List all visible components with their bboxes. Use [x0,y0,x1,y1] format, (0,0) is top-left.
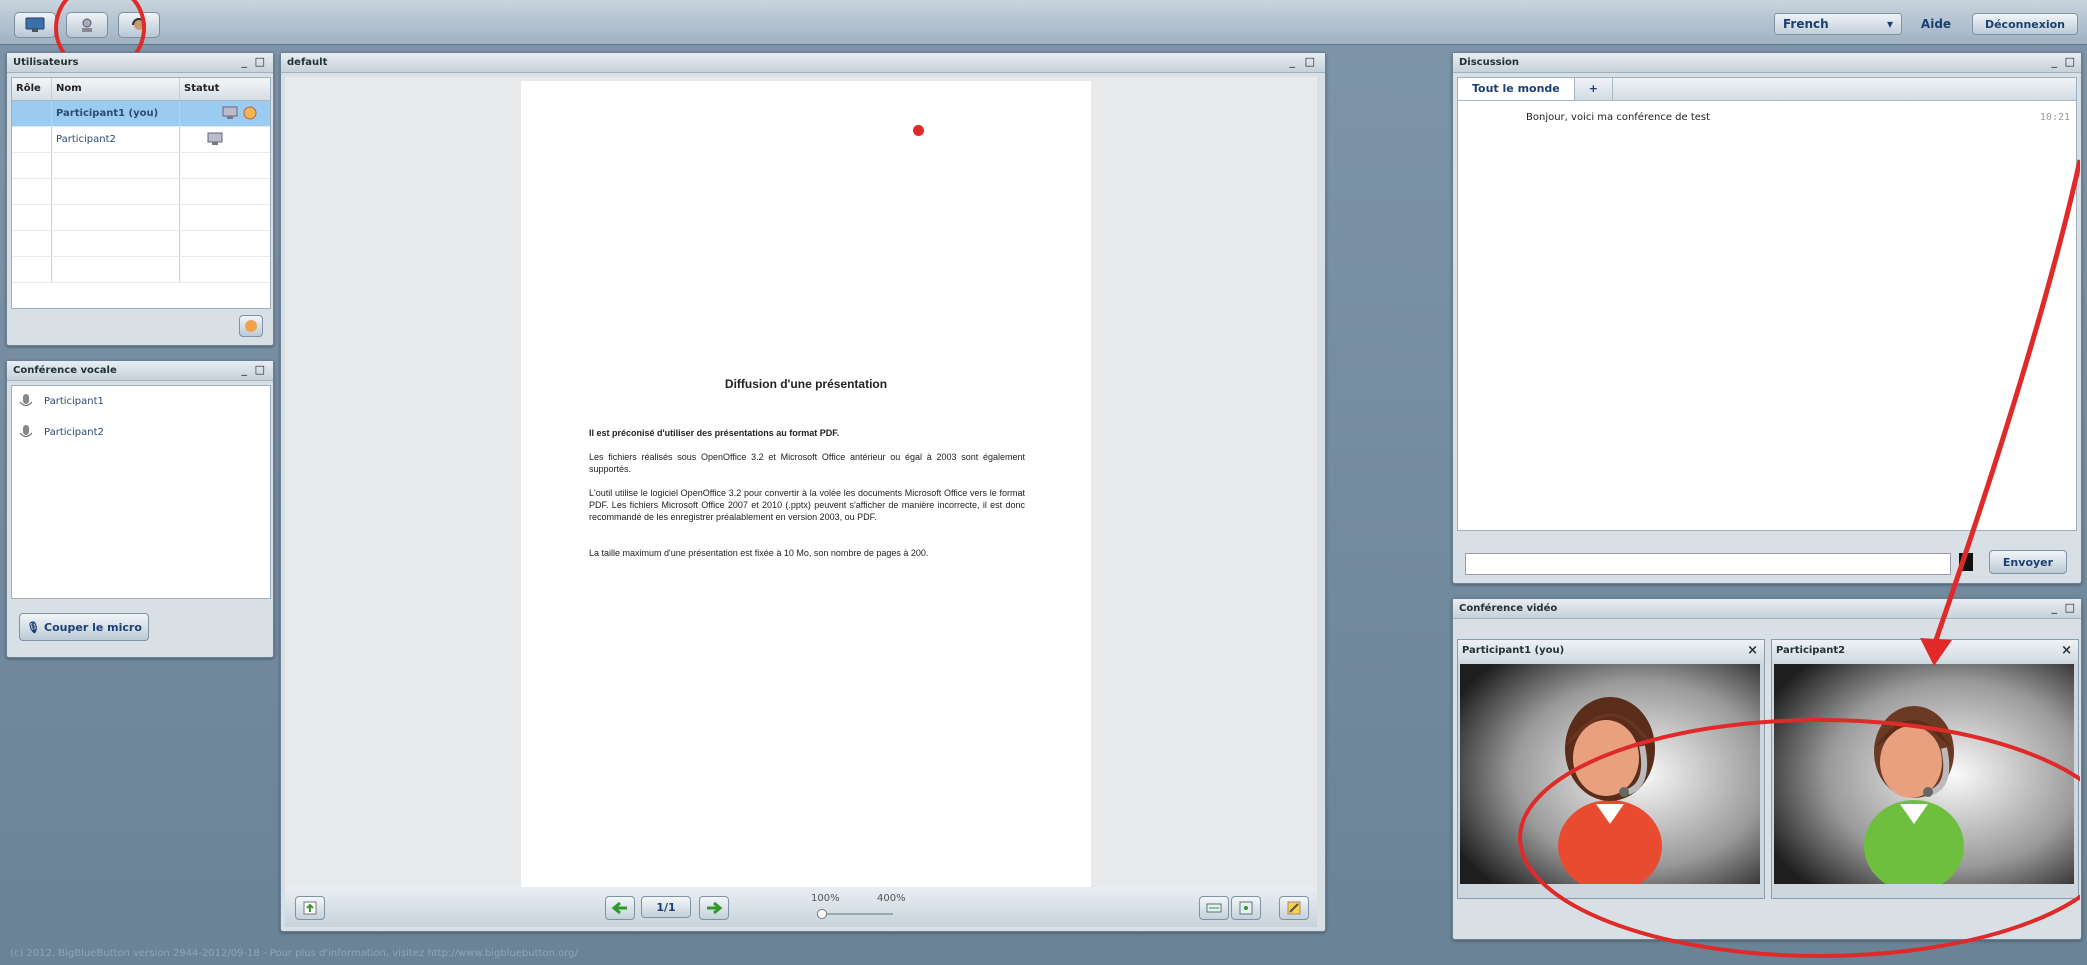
users-panel-title: Utilisateurs [7,53,273,73]
chat-tabs: Tout le monde + [1458,78,2076,101]
pencil-icon [1287,901,1301,915]
footer-status: (c) 2012, BigBlueButton version 2944-201… [10,948,578,959]
presentation-toolbar: 1/1 100% 400% [285,887,1317,927]
annotation-arrow [1933,159,2080,641]
mute-mic-button[interactable]: 🎙 Couper le micro [19,613,149,641]
hand-icon [245,320,257,332]
arrow-right-icon [707,901,723,915]
table-row [12,257,270,283]
webcam-status-icon [222,106,238,119]
users-table: Rôle Nom Statut Participant1 (you) Parti… [11,77,271,309]
help-link[interactable]: Aide [1914,13,1958,35]
maximize-button[interactable]: □ [255,56,265,68]
presentation-panel-title: default [281,53,1325,73]
table-row[interactable]: Participant1 (you) [12,101,270,127]
column-role[interactable]: Rôle [12,78,52,100]
zoom-max-label: 400% [877,893,906,904]
slide-page: Diffusion d'une présentation Il est préc… [521,81,1091,887]
slide-bold-line: Il est préconisé d'utiliser des présenta… [589,428,840,438]
microphone-icon [19,393,33,406]
page-indicator[interactable]: 1/1 [641,896,691,918]
laser-pointer [913,125,924,136]
microphone-icon: 🎙 [26,620,41,634]
microphone-icon [19,424,33,437]
whiteboard-button[interactable] [1279,896,1309,920]
zoom-min-label: 100% [811,893,840,904]
table-row[interactable]: Participant2 [12,127,270,153]
zoom-slider[interactable] [817,909,893,919]
tab-add[interactable]: + [1575,78,1613,100]
table-row [12,179,270,205]
voice-participants-list: Participant1 Participant2 [11,385,271,599]
zoom-slider-handle[interactable] [817,909,827,919]
minimize-button[interactable]: _ [242,56,248,68]
logout-button[interactable]: Déconnexion [1972,13,2078,35]
voice-conference-panel: Conférence vocale _ □ Participant1 Parti… [6,360,274,658]
fit-page-button[interactable] [1231,896,1261,920]
slide-paragraph-1: Les fichiers réalisés sous OpenOffice 3.… [589,452,1025,474]
slide-heading: Diffusion d'une présentation [724,377,888,391]
fit-width-button[interactable] [1199,896,1229,920]
user-name: Participant1 (you) [52,101,180,126]
list-item[interactable]: Participant2 [12,417,270,448]
raise-hand-button[interactable] [239,315,263,337]
voice-panel-title: Conférence vocale [7,361,273,381]
next-page-button[interactable] [699,896,729,920]
slide-paragraph-3: La taille maximum d'une présentation est… [589,548,929,558]
fit-width-icon [1206,903,1222,913]
arrow-left-icon [611,901,627,915]
maximize-button[interactable]: □ [2065,56,2075,68]
user-name: Participant2 [52,127,180,152]
slide-area: Diffusion d'une présentation Il est préc… [285,77,1317,907]
table-row [12,231,270,257]
upload-icon [303,901,317,915]
tab-everyone[interactable]: Tout le monde [1458,78,1575,100]
slide-paragraph-2: L'outil utilise le logiciel OpenOffice 3… [589,488,1025,522]
list-item[interactable]: Participant1 [12,386,270,417]
minimize-button[interactable]: _ [242,364,248,376]
minimize-button[interactable]: _ [1290,56,1296,68]
table-row [12,153,270,179]
previous-page-button[interactable] [605,896,635,920]
users-panel: Utilisateurs _ □ Rôle Nom Statut Partici… [6,52,274,346]
chat-panel-title: Discussion [1453,53,2081,73]
table-row [12,205,270,231]
upload-button[interactable] [295,896,325,920]
annotation-ellipse [1518,718,2080,958]
annotation-arrowhead [1920,638,1952,666]
fit-page-icon [1239,901,1253,915]
users-table-header: Rôle Nom Statut [12,78,270,101]
minimize-button[interactable]: _ [2052,56,2058,68]
presentation-panel: default _ □ Diffusion d'une présentation… [280,52,1326,932]
presenter-icon [243,106,257,120]
column-name[interactable]: Nom [52,78,180,100]
maximize-button[interactable]: □ [1305,56,1315,68]
annotation-overlay [1518,159,2080,958]
top-toolbar: French ▾ Aide Déconnexion [0,0,2087,45]
language-select[interactable]: French ▾ [1774,13,1902,35]
maximize-button[interactable]: □ [255,364,265,376]
column-status[interactable]: Statut [180,78,270,100]
dropdown-arrow-icon: ▾ [1886,17,1893,31]
webcam-status-icon [207,132,223,145]
